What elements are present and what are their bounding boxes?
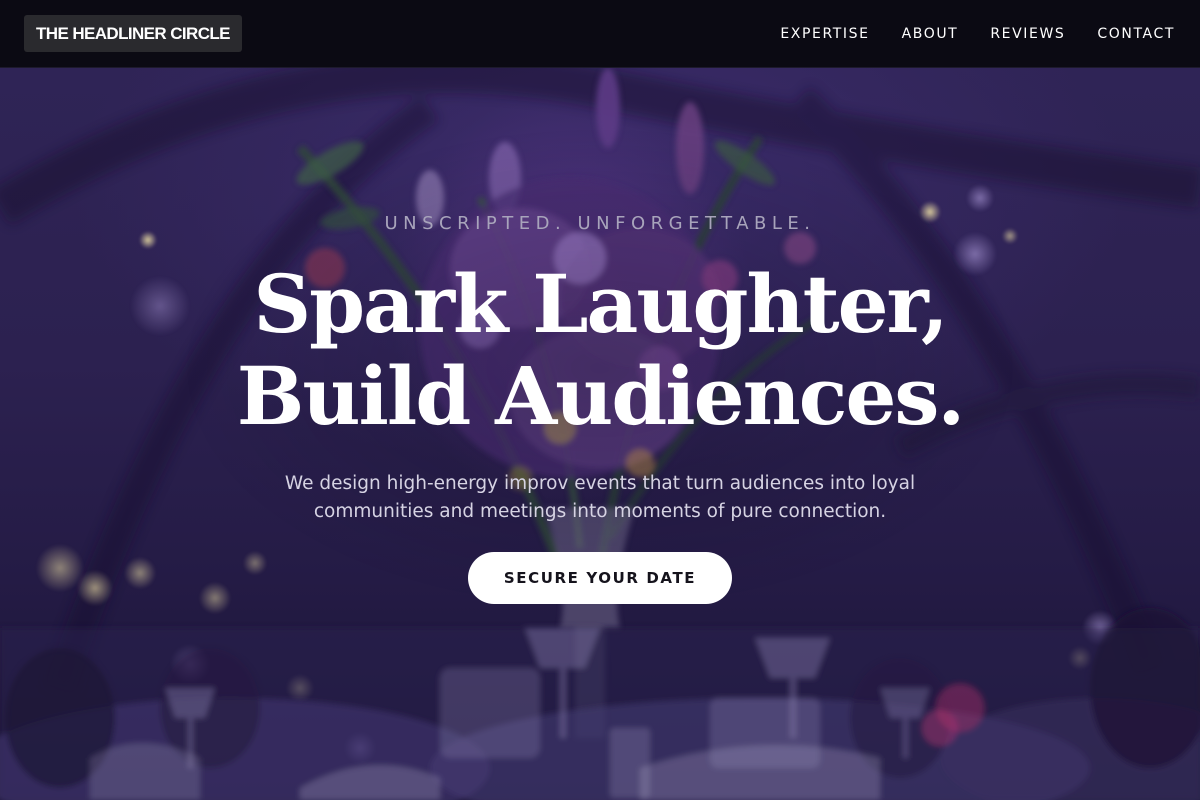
site-header: THE HEADLINER CIRCLE EXPERTISE ABOUT REV… xyxy=(0,0,1200,68)
hero-headline: Spark Laughter, Build Audiences. xyxy=(0,258,1200,442)
hero-headline-line-2: Build Audiences. xyxy=(236,349,965,443)
main-nav: EXPERTISE ABOUT REVIEWS CONTACT xyxy=(780,0,1175,68)
hero-description: We design high-energy improv events that… xyxy=(284,473,916,522)
nav-link-expertise[interactable]: EXPERTISE xyxy=(780,26,869,42)
nav-link-about[interactable]: ABOUT xyxy=(902,26,959,42)
hero-tagline: UNSCRIPTED. UNFORGETTABLE. xyxy=(384,213,816,234)
nav-link-reviews[interactable]: REVIEWS xyxy=(990,26,1065,42)
nav-link-contact[interactable]: CONTACT xyxy=(1097,26,1175,42)
hero-content: UNSCRIPTED. UNFORGETTABLE. Spark Laughte… xyxy=(0,0,1200,800)
hero-headline-line-1: Spark Laughter, xyxy=(253,257,948,351)
site-logo[interactable]: THE HEADLINER CIRCLE xyxy=(24,15,242,52)
secure-date-button[interactable]: SECURE YOUR DATE xyxy=(468,552,732,604)
